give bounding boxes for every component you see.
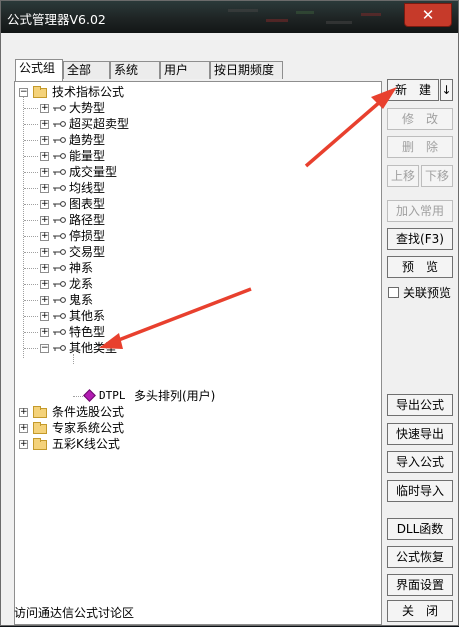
- formula-manager-window: 公式管理器V6.02 ✕ 公式组 全部 系统 用户 按日期频度 − 技术指标公式…: [0, 0, 459, 626]
- annotation-arrow-to-other-type: [99, 287, 252, 349]
- tab-formula-group[interactable]: 公式组: [15, 59, 63, 81]
- annotation-arrow-to-new: [304, 87, 397, 168]
- annotation-arrows: [99, 87, 397, 349]
